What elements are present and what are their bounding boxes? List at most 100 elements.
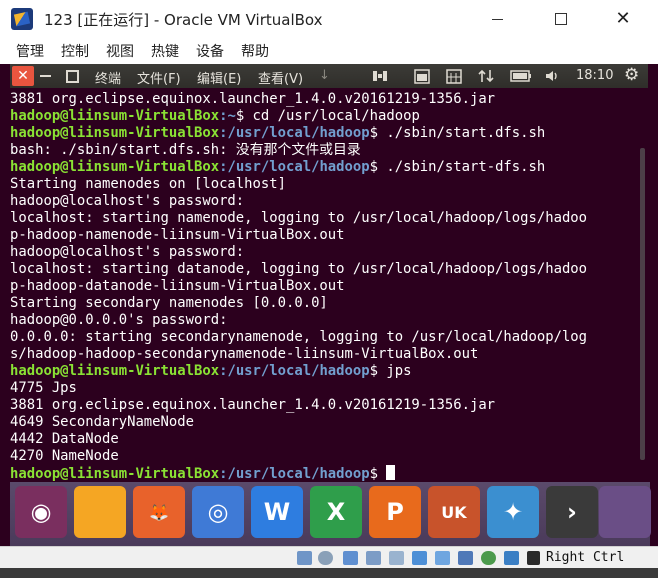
text-cursor xyxy=(386,465,396,480)
keyboard-input-icon[interactable] xyxy=(372,68,388,84)
prompt-path: /usr/local/hadoop xyxy=(227,125,370,141)
maximize-icon xyxy=(555,13,567,25)
ubuntu-dash-icon[interactable]: ◉ xyxy=(15,486,67,538)
terminal-line: 4775 Jps xyxy=(10,380,642,397)
optical-drive-icon[interactable] xyxy=(318,551,333,565)
ubuntu-software-icon[interactable]: UK xyxy=(428,486,480,538)
maximize-button[interactable] xyxy=(538,0,584,38)
host-taskbar-strip xyxy=(0,568,658,578)
terminal-line: p-hadoop-namenode-liinsum-VirtualBox.out xyxy=(10,227,642,244)
output-text: 3881 org.eclipse.equinox.launcher_1.4.0.… xyxy=(10,91,496,107)
menu-terminal[interactable]: 终端 xyxy=(95,68,121,87)
audio-icon[interactable] xyxy=(343,551,358,565)
shared-folders-icon[interactable] xyxy=(412,551,427,565)
window-title: 123 [正在运行] - Oracle VM VirtualBox xyxy=(44,11,323,29)
terminal-scrollbar[interactable] xyxy=(640,148,645,460)
mouse-integration-icon[interactable] xyxy=(504,551,519,565)
terminal-line: hadoop@liinsum-VirtualBox:/usr/local/had… xyxy=(10,125,642,142)
menu-more-arrow[interactable]: ↓ xyxy=(319,68,330,83)
output-text: p-hadoop-namenode-liinsum-VirtualBox.out xyxy=(10,227,345,243)
terminal-line: hadoop@liinsum-VirtualBox:~$ cd /usr/loc… xyxy=(10,108,642,125)
terminal-line: localhost: starting namenode, logging to… xyxy=(10,210,642,227)
terminal-icon[interactable]: › xyxy=(546,486,598,538)
output-text: 4775 Jps xyxy=(10,380,77,396)
firefox-icon[interactable]: 🦊 xyxy=(133,486,185,538)
menu-view[interactable]: 视图 xyxy=(106,41,134,61)
prompt-path: /usr/local/hadoop xyxy=(227,466,370,482)
output-text: Starting secondary namenodes [0.0.0.0] xyxy=(10,295,328,311)
wps-presentation-icon[interactable]: P xyxy=(369,486,421,538)
host-key-label: Right Ctrl xyxy=(546,550,625,565)
output-text: 4270 NameNode xyxy=(10,448,119,464)
command-text: $ jps xyxy=(369,363,412,379)
command-text: $ cd /usr/local/hadoop xyxy=(235,108,420,124)
video-capture-icon[interactable] xyxy=(458,551,473,565)
guest-display[interactable]: ✕ 终端 文件(F) 编辑(E) 查看(V) ↓ 18:10 ⚙ 3881 or… xyxy=(0,64,658,546)
usb-icon[interactable] xyxy=(389,551,404,565)
terminal-output[interactable]: 3881 org.eclipse.equinox.launcher_1.4.0.… xyxy=(10,91,642,483)
wps-presentation-glyph: P xyxy=(386,498,404,526)
terminal-line: hadoop@localhost's password: xyxy=(10,193,642,210)
prompt-path: ~ xyxy=(227,108,236,124)
menu-devices[interactable]: 设备 xyxy=(196,41,224,61)
calendar-grid-icon[interactable] xyxy=(446,68,462,84)
terminal-line: s/hadoop-hadoop-secondarynamenode-liinsu… xyxy=(10,346,642,363)
menu-hotkeys[interactable]: 热键 xyxy=(151,41,179,61)
menu-machine[interactable]: 管理 xyxy=(16,41,44,61)
firefox-glyph: 🦊 xyxy=(149,502,169,522)
close-button[interactable]: ✕ xyxy=(600,0,646,38)
output-text: localhost: starting datanode, logging to… xyxy=(10,261,588,277)
terminal-close-button[interactable]: ✕ xyxy=(12,66,34,86)
command-text: $ xyxy=(369,466,387,482)
ubuntu-launcher: ◉ 🦊 ◎ W X P UK ✦ › xyxy=(10,482,651,546)
window-titlebar: 123 [正在运行] - Oracle VM VirtualBox ✕ xyxy=(0,0,658,38)
prompt-user: hadoop@liinsum-VirtualBox xyxy=(10,108,220,124)
terminal-maximize-icon[interactable] xyxy=(66,70,79,83)
ubuntu-dash-glyph: ◉ xyxy=(30,498,52,526)
menu-control[interactable]: 控制 xyxy=(61,41,89,61)
wps-spreadsheets-icon[interactable]: X xyxy=(310,486,362,538)
calendar-icon[interactable] xyxy=(414,68,430,84)
host-key-arrow-icon[interactable] xyxy=(527,551,540,565)
menu-view[interactable]: 查看(V) xyxy=(258,68,303,87)
more-apps-icon[interactable] xyxy=(599,486,651,538)
output-text: localhost: starting namenode, logging to… xyxy=(10,210,588,226)
hard-disk-icon[interactable] xyxy=(297,551,312,565)
ubuntu-software-glyph: UK xyxy=(441,502,467,522)
output-text: bash: ./sbin/start.dfs.sh: 没有那个文件或目录 xyxy=(10,142,361,158)
close-icon: ✕ xyxy=(17,68,29,84)
amazon-glyph: ✦ xyxy=(502,498,524,526)
battery-icon[interactable] xyxy=(510,68,532,84)
terminal-line: Starting secondary namenodes [0.0.0.0] xyxy=(10,295,642,312)
vm-menubar: 管理 控制 视图 热键 设备 帮助 xyxy=(0,38,658,64)
prompt-path: /usr/local/hadoop xyxy=(227,159,370,175)
minimize-button[interactable] xyxy=(474,0,520,38)
output-text: s/hadoop-hadoop-secondarynamenode-liinsu… xyxy=(10,346,479,362)
vm-statusbar: Right Ctrl xyxy=(0,546,658,569)
output-text: Starting namenodes on [localhost] xyxy=(10,176,286,192)
cpu-activity-icon[interactable] xyxy=(481,551,496,565)
terminal-line: 0.0.0.0: starting secondarynamenode, log… xyxy=(10,329,642,346)
gear-icon[interactable]: ⚙ xyxy=(624,65,639,85)
terminal-line: localhost: starting datanode, logging to… xyxy=(10,261,642,278)
chromium-icon[interactable]: ◎ xyxy=(192,486,244,538)
terminal-minimize-icon[interactable] xyxy=(40,75,51,77)
clock[interactable]: 18:10 xyxy=(576,68,613,83)
network-icon[interactable] xyxy=(366,551,381,565)
terminal-line: bash: ./sbin/start.dfs.sh: 没有那个文件或目录 xyxy=(10,142,642,159)
terminal-line: hadoop@localhost's password: xyxy=(10,244,642,261)
speaker-icon[interactable] xyxy=(544,68,560,84)
network-arrows-icon[interactable] xyxy=(478,68,494,84)
terminal-line: hadoop@liinsum-VirtualBox:/usr/local/had… xyxy=(10,159,642,176)
output-text: hadoop@localhost's password: xyxy=(10,193,245,209)
command-text: $ ./sbin/start-dfs.sh xyxy=(369,159,546,175)
display-icon[interactable] xyxy=(435,551,450,565)
files-icon[interactable] xyxy=(74,486,126,538)
terminal-line: Starting namenodes on [localhost] xyxy=(10,176,642,193)
menu-edit[interactable]: 编辑(E) xyxy=(197,68,241,87)
menu-file[interactable]: 文件(F) xyxy=(137,68,181,87)
ubuntu-top-panel: ✕ 终端 文件(F) 编辑(E) 查看(V) ↓ 18:10 ⚙ xyxy=(10,64,648,88)
wps-writer-icon[interactable]: W xyxy=(251,486,303,538)
amazon-icon[interactable]: ✦ xyxy=(487,486,539,538)
menu-help[interactable]: 帮助 xyxy=(241,41,269,61)
